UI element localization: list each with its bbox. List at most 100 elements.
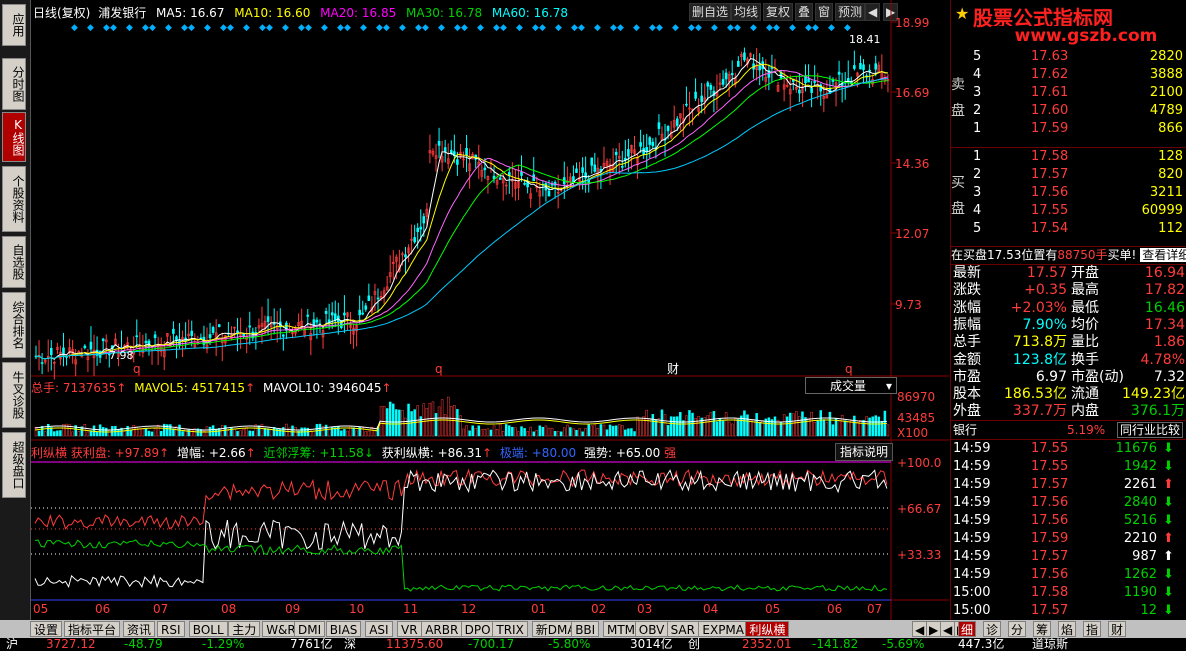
tab-ARBR[interactable]: ARBR — [421, 621, 463, 637]
quote-row: 市盈 6.97 市盈(动) 7.32 — [951, 368, 1186, 386]
volume-bar — [563, 427, 566, 437]
next-arrow-icon[interactable]: ▶ — [926, 621, 942, 637]
volume-bar — [538, 425, 542, 437]
quote-row: 金额 123.8亿 换手 4.78% — [951, 351, 1186, 369]
tab-SAR[interactable]: SAR — [666, 621, 699, 637]
sell-level-5[interactable]: 5 17.63 2820 — [951, 48, 1186, 66]
tick-price: 17.57 — [1031, 477, 1069, 492]
candle-body — [624, 157, 627, 160]
indicator-help-button[interactable]: 指标说明 — [835, 443, 894, 461]
candle-body — [874, 63, 878, 70]
sell-level-1[interactable]: 1 17.59 866 — [951, 120, 1186, 138]
volume-bar — [795, 411, 798, 437]
volume-bar — [511, 426, 514, 437]
sidebar-item-diagnosis[interactable]: 牛叉诊股 — [2, 362, 26, 428]
candle-body — [694, 91, 697, 99]
sidebar-item-ranking[interactable]: 综合排名 — [2, 292, 26, 358]
buy-level-3[interactable]: 3 17.56 3211 — [951, 184, 1186, 202]
prev-arrow-icon[interactable]: ◀ — [912, 621, 928, 637]
kline-chart-area[interactable]: 日线(复权) 浦发银行 MA5: 16.67 MA10: 16.60 MA20:… — [31, 0, 949, 620]
signal-diamond-icon: ◆ — [734, 23, 741, 33]
volume-bar — [114, 425, 117, 437]
sell-level-3[interactable]: 3 17.61 2100 — [951, 84, 1186, 102]
tab-DPO[interactable]: DPO — [460, 621, 495, 637]
signal-diamond-icon: ◆ — [617, 23, 624, 33]
tab-主力[interactable]: 主力 — [228, 621, 261, 637]
buy-level-5[interactable]: 5 17.54 112 — [951, 220, 1186, 238]
tab-VR[interactable]: VR — [397, 621, 422, 637]
volume-bar — [639, 419, 642, 437]
volume-tick-2: 43485 — [897, 411, 936, 425]
tab-资讯[interactable]: 资讯 — [123, 621, 156, 637]
candle-body — [208, 334, 212, 339]
large-order-notice: 在买盘17.53位置有88750手买单! 查看详细 — [951, 246, 1186, 265]
quote-key: 市盈 — [953, 368, 981, 385]
volume-bar — [621, 425, 624, 437]
sidebar-item-app[interactable]: 应用 — [2, 4, 26, 46]
buy-level-1[interactable]: 1 17.58 128 — [951, 148, 1186, 166]
right-tab-财[interactable]: 财 — [1108, 621, 1127, 637]
tab-MTM[interactable]: MTM — [603, 621, 640, 637]
volume-bar — [135, 426, 139, 437]
tab-DMI[interactable]: DMI — [294, 621, 326, 637]
volume-dropdown[interactable]: 成交量 ▾ — [805, 377, 897, 394]
sidebar-item-watchlist[interactable]: 自选股 — [2, 236, 26, 288]
sidebar-item-timeshare[interactable]: 分时图 — [2, 58, 26, 110]
right-tab-指[interactable]: 指 — [1083, 621, 1102, 637]
sell-level-4[interactable]: 4 17.62 3888 — [951, 66, 1186, 84]
tick-price: 17.55 — [1031, 441, 1069, 456]
notice-detail-link[interactable]: 查看详细 — [1140, 248, 1186, 262]
volume-bar — [352, 427, 355, 437]
volume-bar — [156, 424, 160, 437]
volume-bar — [666, 425, 670, 437]
tab-TRIX[interactable]: TRIX — [492, 621, 528, 637]
sidebar-item-stock-info[interactable]: 个股资料 — [2, 166, 26, 232]
volume-bar — [129, 429, 132, 437]
quote-value: 186.53亿 — [1004, 386, 1067, 403]
level-num: 2 — [973, 103, 982, 118]
tick-price: 17.57 — [1031, 549, 1069, 564]
sidebar-item-kline[interactable]: K线图 — [2, 112, 26, 162]
volume-bar — [456, 409, 459, 437]
buy-level-4[interactable]: 4 17.55 60999 — [951, 202, 1186, 220]
level-price: 17.58 — [1031, 149, 1069, 164]
prev-arrow-icon[interactable]: ◀ — [940, 621, 956, 637]
volume-bar — [529, 426, 532, 437]
right-tab-筹[interactable]: 筹 — [1033, 621, 1052, 637]
tab-指标平台[interactable]: 指标平台 — [64, 621, 121, 637]
tab-BIAS[interactable]: BIAS — [325, 621, 362, 637]
tab-利纵横[interactable]: 利纵横 — [745, 621, 790, 637]
tab-BBI[interactable]: BBI — [571, 621, 600, 637]
right-tab-细[interactable]: 细 — [958, 621, 977, 637]
sidebar-item-super-book[interactable]: 超级盘口 — [2, 432, 26, 498]
tab-BOLL[interactable]: BOLL — [188, 621, 228, 637]
candle-body — [419, 226, 423, 230]
volume-bar — [123, 431, 126, 437]
volume-bar — [407, 403, 410, 437]
volume-bar — [608, 424, 612, 437]
industry-compare-button[interactable]: 同行业比较 — [1117, 422, 1184, 438]
volume-bar — [138, 428, 142, 437]
volume-bar — [874, 415, 877, 437]
volume-bar — [346, 430, 349, 437]
volume-bar — [886, 424, 890, 437]
near-label: 近邻浮筹: +11.58 — [263, 446, 364, 460]
tab-EXPMA[interactable]: EXPMA — [698, 621, 748, 637]
right-tab-诊[interactable]: 诊 — [983, 621, 1002, 637]
tab-设置[interactable]: 设置 — [30, 621, 63, 637]
signal-diamond-icon: ◆ — [438, 23, 445, 33]
tab-RSI[interactable]: RSI — [157, 621, 185, 637]
volume-bar — [792, 413, 795, 437]
buy-level-2[interactable]: 2 17.57 820 — [951, 166, 1186, 184]
volume-bar — [373, 430, 377, 437]
candle-body — [361, 312, 365, 315]
candle-body — [700, 95, 703, 103]
level-volume: 866 — [1158, 121, 1183, 136]
right-tab-分[interactable]: 分 — [1008, 621, 1027, 637]
right-tab-焰[interactable]: 焰 — [1058, 621, 1077, 637]
sell-level-2[interactable]: 2 17.60 4789 — [951, 102, 1186, 120]
tab-OBV[interactable]: OBV — [634, 621, 669, 637]
tab-ASI[interactable]: ASI — [365, 621, 393, 637]
volume-bar — [624, 429, 627, 437]
volume-bar — [737, 419, 740, 437]
